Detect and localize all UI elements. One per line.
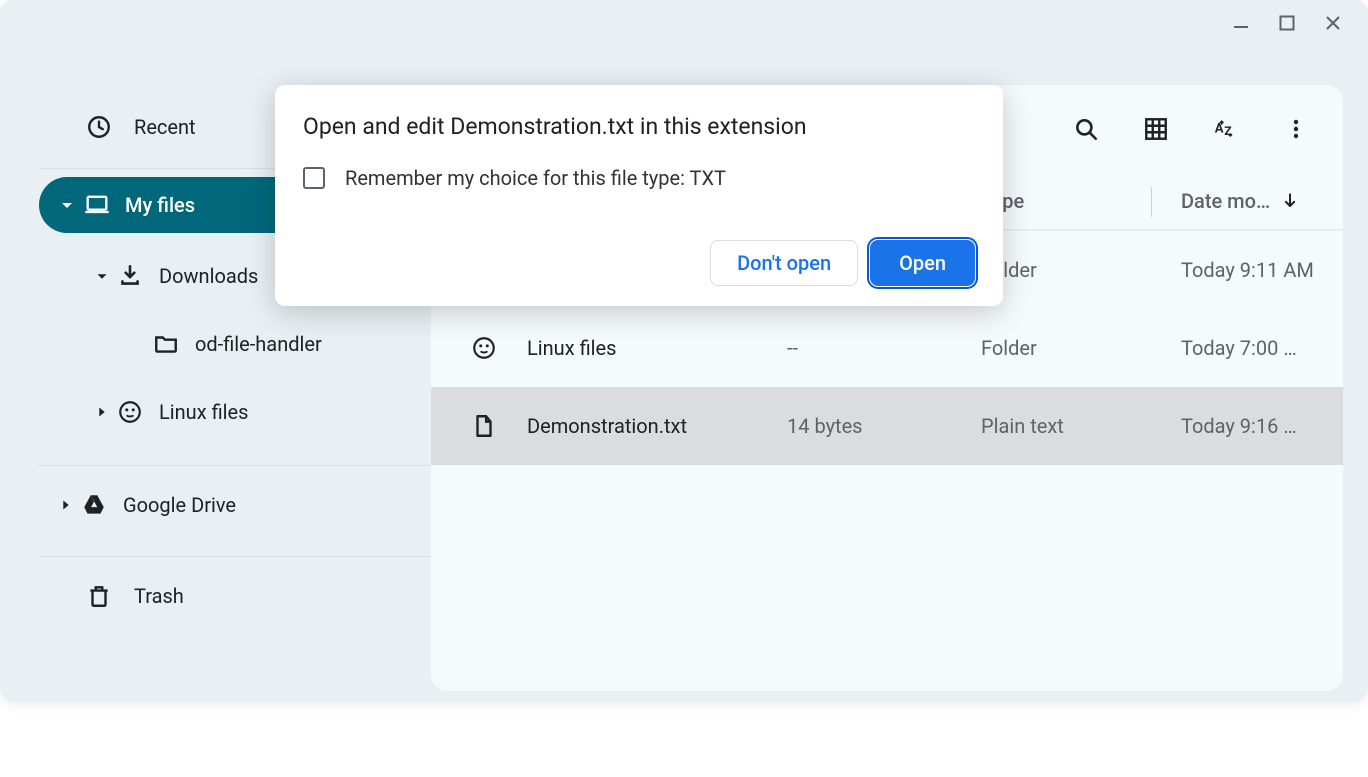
sidebar-divider — [39, 556, 431, 557]
close-button[interactable] — [1321, 11, 1345, 35]
file-manager-window: Recent My files Downloads od-fil — [0, 0, 1368, 702]
trash-icon — [86, 583, 112, 609]
file-date: Today 9:11 AM — [1181, 258, 1314, 282]
open-button[interactable]: Open — [870, 240, 975, 286]
file-date: Today 7:00 … — [1181, 336, 1297, 360]
remember-label: Remember my choice for this file type: T… — [345, 166, 726, 190]
sidebar-item-od-file-handler[interactable]: od-file-handler — [1, 313, 431, 375]
maximize-button[interactable] — [1275, 11, 1299, 35]
chevron-right-icon — [93, 403, 111, 421]
sidebar-label-my-files: My files — [125, 193, 195, 217]
chevron-down-icon — [57, 195, 77, 215]
open-file-dialog: Open and edit Demonstration.txt in this … — [275, 85, 1003, 306]
file-size: -- — [787, 336, 798, 360]
sidebar-divider — [39, 465, 431, 466]
clock-icon — [86, 114, 112, 140]
sort-button[interactable]: AZ — [1213, 116, 1239, 142]
download-icon — [117, 263, 143, 289]
column-separator — [1151, 187, 1152, 217]
sidebar-label-trash: Trash — [134, 584, 184, 608]
chevron-right-icon — [57, 496, 75, 514]
laptop-icon — [83, 191, 111, 219]
remember-checkbox[interactable] — [303, 167, 325, 189]
dialog-title: Open and edit Demonstration.txt in this … — [303, 113, 975, 140]
column-header-date[interactable]: Date mo… — [1181, 189, 1300, 213]
more-button[interactable] — [1283, 116, 1309, 142]
dont-open-button[interactable]: Don't open — [710, 240, 858, 286]
sidebar-label-od-handler: od-file-handler — [195, 332, 322, 356]
file-row-demonstration[interactable]: Demonstration.txt 14 bytes Plain text To… — [431, 387, 1343, 465]
dialog-buttons: Don't open Open — [303, 240, 975, 286]
linux-icon — [471, 335, 497, 361]
file-name: Linux files — [527, 336, 616, 360]
sidebar-label-recent: Recent — [134, 115, 196, 139]
linux-icon — [117, 399, 143, 425]
file-name: Demonstration.txt — [527, 414, 687, 438]
remember-choice-row[interactable]: Remember my choice for this file type: T… — [303, 166, 975, 190]
sidebar-label-downloads: Downloads — [159, 264, 258, 288]
sidebar-item-trash[interactable]: Trash — [1, 565, 431, 627]
sidebar-label-drive: Google Drive — [123, 493, 236, 517]
chevron-down-icon — [93, 267, 111, 285]
grid-view-button[interactable] — [1143, 116, 1169, 142]
folder-icon — [153, 331, 179, 357]
minimize-button[interactable] — [1229, 11, 1253, 35]
window-controls — [1207, 1, 1367, 45]
file-type: Plain text — [981, 414, 1064, 438]
sidebar-item-google-drive[interactable]: Google Drive — [1, 474, 431, 536]
google-drive-icon — [81, 492, 107, 518]
file-size: 14 bytes — [787, 414, 863, 438]
sidebar-label-linux: Linux files — [159, 400, 248, 424]
search-button[interactable] — [1073, 116, 1099, 142]
toolbar: AZ — [1073, 85, 1343, 173]
file-icon — [471, 413, 497, 439]
file-type: Folder — [981, 336, 1037, 360]
sidebar-item-linux-files[interactable]: Linux files — [1, 381, 431, 443]
file-row-linux[interactable]: Linux files -- Folder Today 7:00 … — [431, 309, 1343, 387]
sort-desc-icon — [1280, 191, 1300, 211]
file-date: Today 9:16 … — [1181, 414, 1297, 438]
